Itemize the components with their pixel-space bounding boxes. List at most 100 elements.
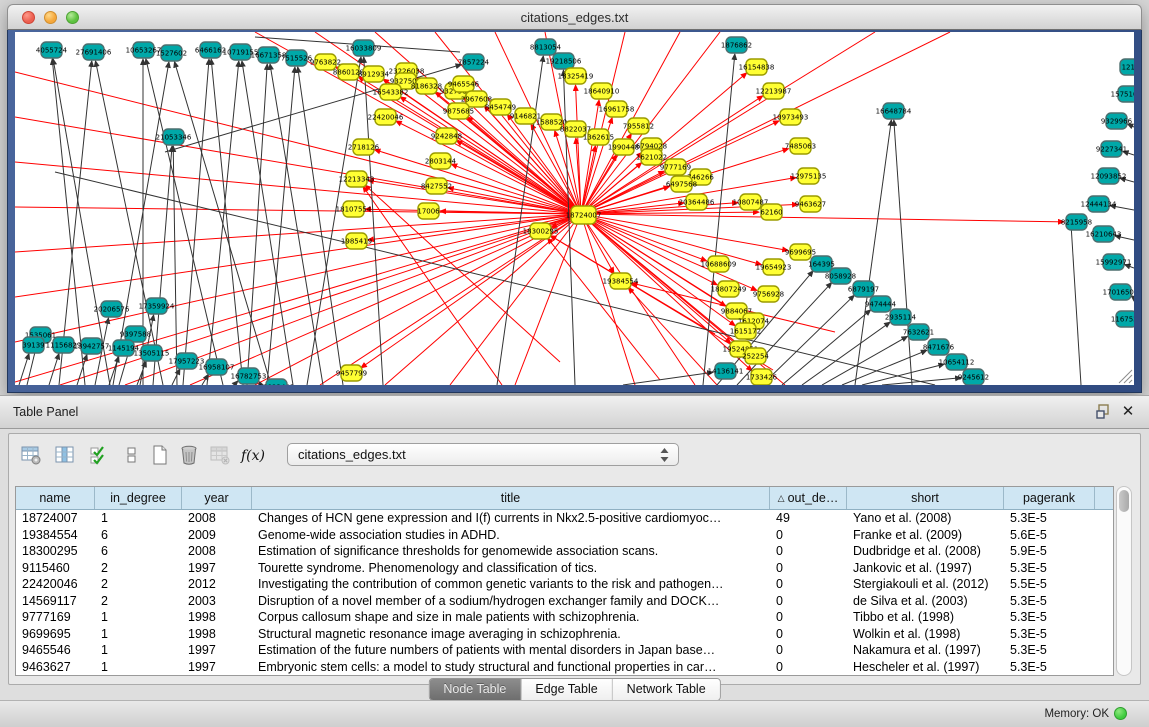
graph-node-teal[interactable]: 6466162 bbox=[195, 42, 226, 58]
table-row[interactable]: 969969511998Structural magnetic resonanc… bbox=[16, 626, 1113, 643]
graph-node-teal[interactable]: 9245612 bbox=[958, 369, 989, 385]
graph-node-yellow[interactable]: 9463627 bbox=[795, 196, 826, 212]
svg-text:9245612: 9245612 bbox=[958, 374, 989, 382]
table-cell: 19384554 bbox=[16, 527, 95, 544]
show-columns-icon[interactable] bbox=[53, 444, 77, 468]
table-selector-dropdown[interactable]: citations_edges.txt bbox=[287, 443, 679, 466]
graph-node-teal[interactable]: 9329966 bbox=[1101, 113, 1133, 129]
column-header-short[interactable]: short bbox=[847, 487, 1004, 509]
graph-node-teal[interactable]: 12093852 bbox=[1091, 168, 1127, 184]
graph-node-yellow[interactable]: 12975135 bbox=[791, 168, 827, 184]
column-header-year[interactable]: year bbox=[182, 487, 252, 509]
graph-node-yellow[interactable]: 10688609 bbox=[701, 256, 737, 272]
graph-node-teal[interactable]: 12444134 bbox=[1081, 196, 1117, 212]
table-row[interactable]: 946362711997Embryonic stem cells: a mode… bbox=[16, 659, 1113, 676]
graph-node-teal[interactable]: 17359924 bbox=[139, 298, 175, 314]
graph-node-teal[interactable]: 6879197 bbox=[848, 281, 879, 297]
graph-node-yellow[interactable]: 18640910 bbox=[584, 83, 620, 99]
network-canvas[interactable]: 4055724276914061065326715276026466162107… bbox=[15, 32, 1134, 385]
graph-node-yellow[interactable]: 17006 bbox=[417, 203, 440, 219]
graph-node-teal[interactable]: 9227341 bbox=[1096, 141, 1127, 157]
graph-node-yellow[interactable]: 2718126 bbox=[348, 139, 380, 155]
graph-node-yellow[interactable]: 16961758 bbox=[599, 101, 635, 117]
create-column-icon[interactable] bbox=[148, 444, 172, 468]
graph-node-teal[interactable]: 16648784 bbox=[876, 103, 912, 119]
delete-column-icon[interactable] bbox=[177, 444, 201, 468]
column-header-title[interactable]: title bbox=[252, 487, 770, 509]
table-cell: 0 bbox=[770, 659, 847, 676]
table-cell: 9115460 bbox=[16, 560, 95, 577]
citation-network-graph[interactable]: 4055724276914061065326715276026466162107… bbox=[15, 32, 1134, 385]
graph-node-teal[interactable]: 16033809 bbox=[346, 40, 382, 56]
table-scrollbar-thumb[interactable] bbox=[1119, 490, 1129, 512]
tab-node-table[interactable]: Node Table bbox=[429, 679, 521, 700]
graph-node-yellow[interactable]: 1985419 bbox=[341, 233, 372, 249]
close-panel-icon[interactable]: ✕ bbox=[1119, 403, 1137, 421]
graph-node-teal[interactable]: 15751074 bbox=[1111, 86, 1134, 102]
graph-node-yellow[interactable]: 62160 bbox=[760, 204, 782, 220]
table-row[interactable]: 1872400712008Changes of HCN gene express… bbox=[16, 510, 1113, 527]
svg-text:10973493: 10973493 bbox=[773, 114, 809, 122]
network-window-titlebar[interactable]: citations_edges.txt bbox=[7, 4, 1142, 30]
graph-node-yellow[interactable]: 18724007 bbox=[566, 206, 602, 224]
table-cell: Franke et al. (2009) bbox=[847, 527, 1004, 544]
function-builder-icon[interactable]: f(x) bbox=[241, 444, 265, 468]
graph-node-teal[interactable]: 17016504 bbox=[1103, 284, 1134, 300]
table-cell: 1 bbox=[95, 626, 182, 643]
table-options-icon[interactable] bbox=[19, 444, 43, 468]
svg-text:1362615: 1362615 bbox=[583, 134, 614, 142]
graph-node-teal[interactable]: 1211 bbox=[1120, 59, 1134, 75]
table-cell: 2009 bbox=[182, 527, 252, 544]
graph-node-teal[interactable]: 15992971 bbox=[1096, 254, 1132, 270]
graph-node-teal[interactable]: 8215958 bbox=[1061, 214, 1092, 230]
delete-table-icon[interactable] bbox=[208, 444, 232, 468]
graph-node-yellow[interactable]: 18107554 bbox=[336, 201, 372, 217]
graph-node-teal[interactable]: 16210643 bbox=[1086, 226, 1122, 242]
tab-network-table[interactable]: Network Table bbox=[613, 679, 720, 700]
table-row[interactable]: 1456911722003Disruption of a novel membe… bbox=[16, 593, 1113, 610]
graph-node-teal[interactable]: 1876862 bbox=[721, 37, 752, 53]
column-header-pagerank[interactable]: pagerank bbox=[1004, 487, 1095, 509]
table-selector-value: citations_edges.txt bbox=[298, 447, 406, 462]
graph-node-yellow[interactable]: 9699695 bbox=[785, 244, 816, 260]
float-panel-icon[interactable] bbox=[1095, 403, 1113, 421]
graph-node-yellow[interactable]: 7485063 bbox=[785, 138, 816, 154]
graph-node-yellow[interactable]: 7955812 bbox=[623, 118, 654, 134]
graph-node-yellow[interactable]: 252254 bbox=[742, 348, 769, 364]
table-cell: 14569117 bbox=[16, 593, 95, 610]
graph-node-teal[interactable]: 8471676 bbox=[923, 339, 955, 355]
graph-node-yellow[interactable]: 10973493 bbox=[773, 109, 809, 125]
graph-node-teal[interactable]: 14136141 bbox=[708, 363, 744, 379]
node-attribute-table[interactable]: namein_degreeyeartitle△out_de…shortpager… bbox=[15, 486, 1114, 676]
table-cell: 0 bbox=[770, 609, 847, 626]
deselect-all-icon[interactable] bbox=[119, 444, 143, 468]
table-row[interactable]: 911546021997Tourette syndrome. Phenomeno… bbox=[16, 560, 1113, 577]
table-header-row: namein_degreeyeartitle△out_de…shortpager… bbox=[16, 487, 1113, 510]
graph-node-yellow[interactable]: 16154838 bbox=[739, 59, 775, 75]
graph-node-yellow[interactable]: 19654923 bbox=[756, 259, 792, 275]
graph-node-yellow[interactable]: 1733426 bbox=[746, 369, 778, 385]
tab-edge-table[interactable]: Edge Table bbox=[521, 679, 612, 700]
column-header-in_degree[interactable]: in_degree bbox=[95, 487, 182, 509]
graph-node-teal[interactable]: 39139 bbox=[22, 337, 44, 353]
graph-node-teal[interactable]: 21053346 bbox=[156, 129, 192, 145]
graph-node-teal[interactable]: 20206576 bbox=[94, 301, 130, 317]
table-cell: 5.3E-5 bbox=[1004, 593, 1095, 610]
graph-node-teal[interactable]: 1167531 bbox=[1111, 311, 1134, 327]
graph-node-teal[interactable]: 7857224 bbox=[458, 54, 490, 70]
graph-node-teal[interactable]: 27691406 bbox=[76, 44, 112, 60]
graph-node-teal[interactable]: 10654112 bbox=[939, 354, 975, 370]
column-header-out_de[interactable]: △out_de… bbox=[770, 487, 847, 509]
table-row[interactable]: 2242004622012Investigating the contribut… bbox=[16, 576, 1113, 593]
table-row[interactable]: 946554611997Estimation of the future num… bbox=[16, 642, 1113, 659]
graph-node-yellow[interactable]: 9756928 bbox=[753, 286, 784, 302]
graph-node-yellow[interactable]: 19384554 bbox=[603, 273, 639, 289]
svg-text:9457799: 9457799 bbox=[336, 370, 367, 378]
table-row[interactable]: 1938455462009Genome-wide association stu… bbox=[16, 527, 1113, 544]
table-row[interactable]: 977716911998Corpus callosum shape and si… bbox=[16, 609, 1113, 626]
table-row[interactable]: 1830029562008Estimation of significance … bbox=[16, 543, 1113, 560]
column-header-name[interactable]: name bbox=[16, 487, 95, 509]
select-all-icon[interactable] bbox=[87, 444, 111, 468]
graph-node-teal[interactable]: 4055724 bbox=[36, 42, 68, 58]
table-scrollbar[interactable] bbox=[1116, 486, 1132, 676]
